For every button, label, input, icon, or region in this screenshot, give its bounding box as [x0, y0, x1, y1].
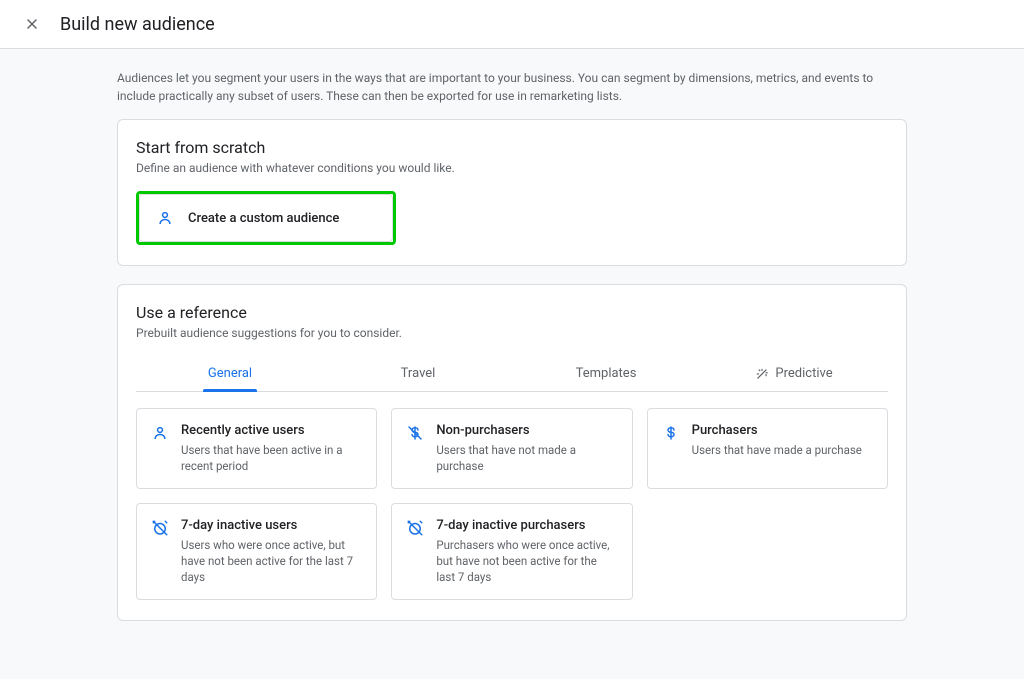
scratch-title: Start from scratch	[136, 138, 888, 157]
suggestion-recently-active-users[interactable]: Recently active users Users that have be…	[136, 408, 377, 489]
suggestion-title: 7-day inactive purchasers	[436, 518, 617, 533]
page-title: Build new audience	[60, 14, 215, 35]
suggestions-grid: Recently active users Users that have be…	[136, 408, 888, 600]
create-custom-audience-label: Create a custom audience	[188, 211, 339, 226]
create-custom-audience-button[interactable]: Create a custom audience	[139, 194, 393, 242]
suggestion-title: Non-purchasers	[436, 423, 617, 438]
tab-label: General	[208, 366, 252, 381]
suggestion-desc: Users who were once active, but have not…	[181, 537, 362, 585]
tab-label: Templates	[576, 366, 637, 381]
alarm-off-icon	[151, 519, 169, 537]
suggestion-non-purchasers[interactable]: Non-purchasers Users that have not made …	[391, 408, 632, 489]
magic-wand-icon	[755, 367, 769, 381]
close-icon	[24, 16, 40, 32]
suggestion-title: Recently active users	[181, 423, 362, 438]
suggestion-7-day-inactive-purchasers[interactable]: 7-day inactive purchasers Purchasers who…	[391, 503, 632, 600]
suggestion-7-day-inactive-users[interactable]: 7-day inactive users Users who were once…	[136, 503, 377, 600]
suggestion-title: 7-day inactive users	[181, 518, 362, 533]
suggestion-purchasers[interactable]: Purchasers Users that have made a purcha…	[647, 408, 888, 489]
no-dollar-icon	[406, 424, 424, 442]
scratch-subtitle: Define an audience with whatever conditi…	[136, 161, 888, 175]
tab-general[interactable]: General	[136, 356, 324, 391]
tab-templates[interactable]: Templates	[512, 356, 700, 391]
start-from-scratch-card: Start from scratch Define an audience wi…	[117, 119, 907, 266]
suggestion-desc: Purchasers who were once active, but hav…	[436, 537, 617, 585]
tab-predictive[interactable]: Predictive	[700, 356, 888, 391]
suggestion-desc: Users that have not made a purchase	[436, 442, 617, 474]
tab-travel[interactable]: Travel	[324, 356, 512, 391]
suggestion-title: Purchasers	[692, 423, 873, 438]
suggestion-desc: Users that have made a purchase	[692, 442, 873, 458]
alarm-off-icon	[406, 519, 424, 537]
reference-title: Use a reference	[136, 303, 888, 322]
person-icon	[151, 424, 169, 442]
header: Build new audience	[0, 0, 1024, 49]
reference-subtitle: Prebuilt audience suggestions for you to…	[136, 326, 888, 340]
suggestion-desc: Users that have been active in a recent …	[181, 442, 362, 474]
tab-label: Predictive	[775, 366, 832, 381]
tab-label: Travel	[401, 366, 436, 381]
intro-text: Audiences let you segment your users in …	[117, 69, 907, 105]
dollar-icon	[662, 424, 680, 442]
person-icon	[156, 209, 174, 227]
close-button[interactable]	[20, 12, 44, 36]
reference-tabs: General Travel Templates Predictive	[136, 356, 888, 392]
use-a-reference-card: Use a reference Prebuilt audience sugges…	[117, 284, 907, 621]
